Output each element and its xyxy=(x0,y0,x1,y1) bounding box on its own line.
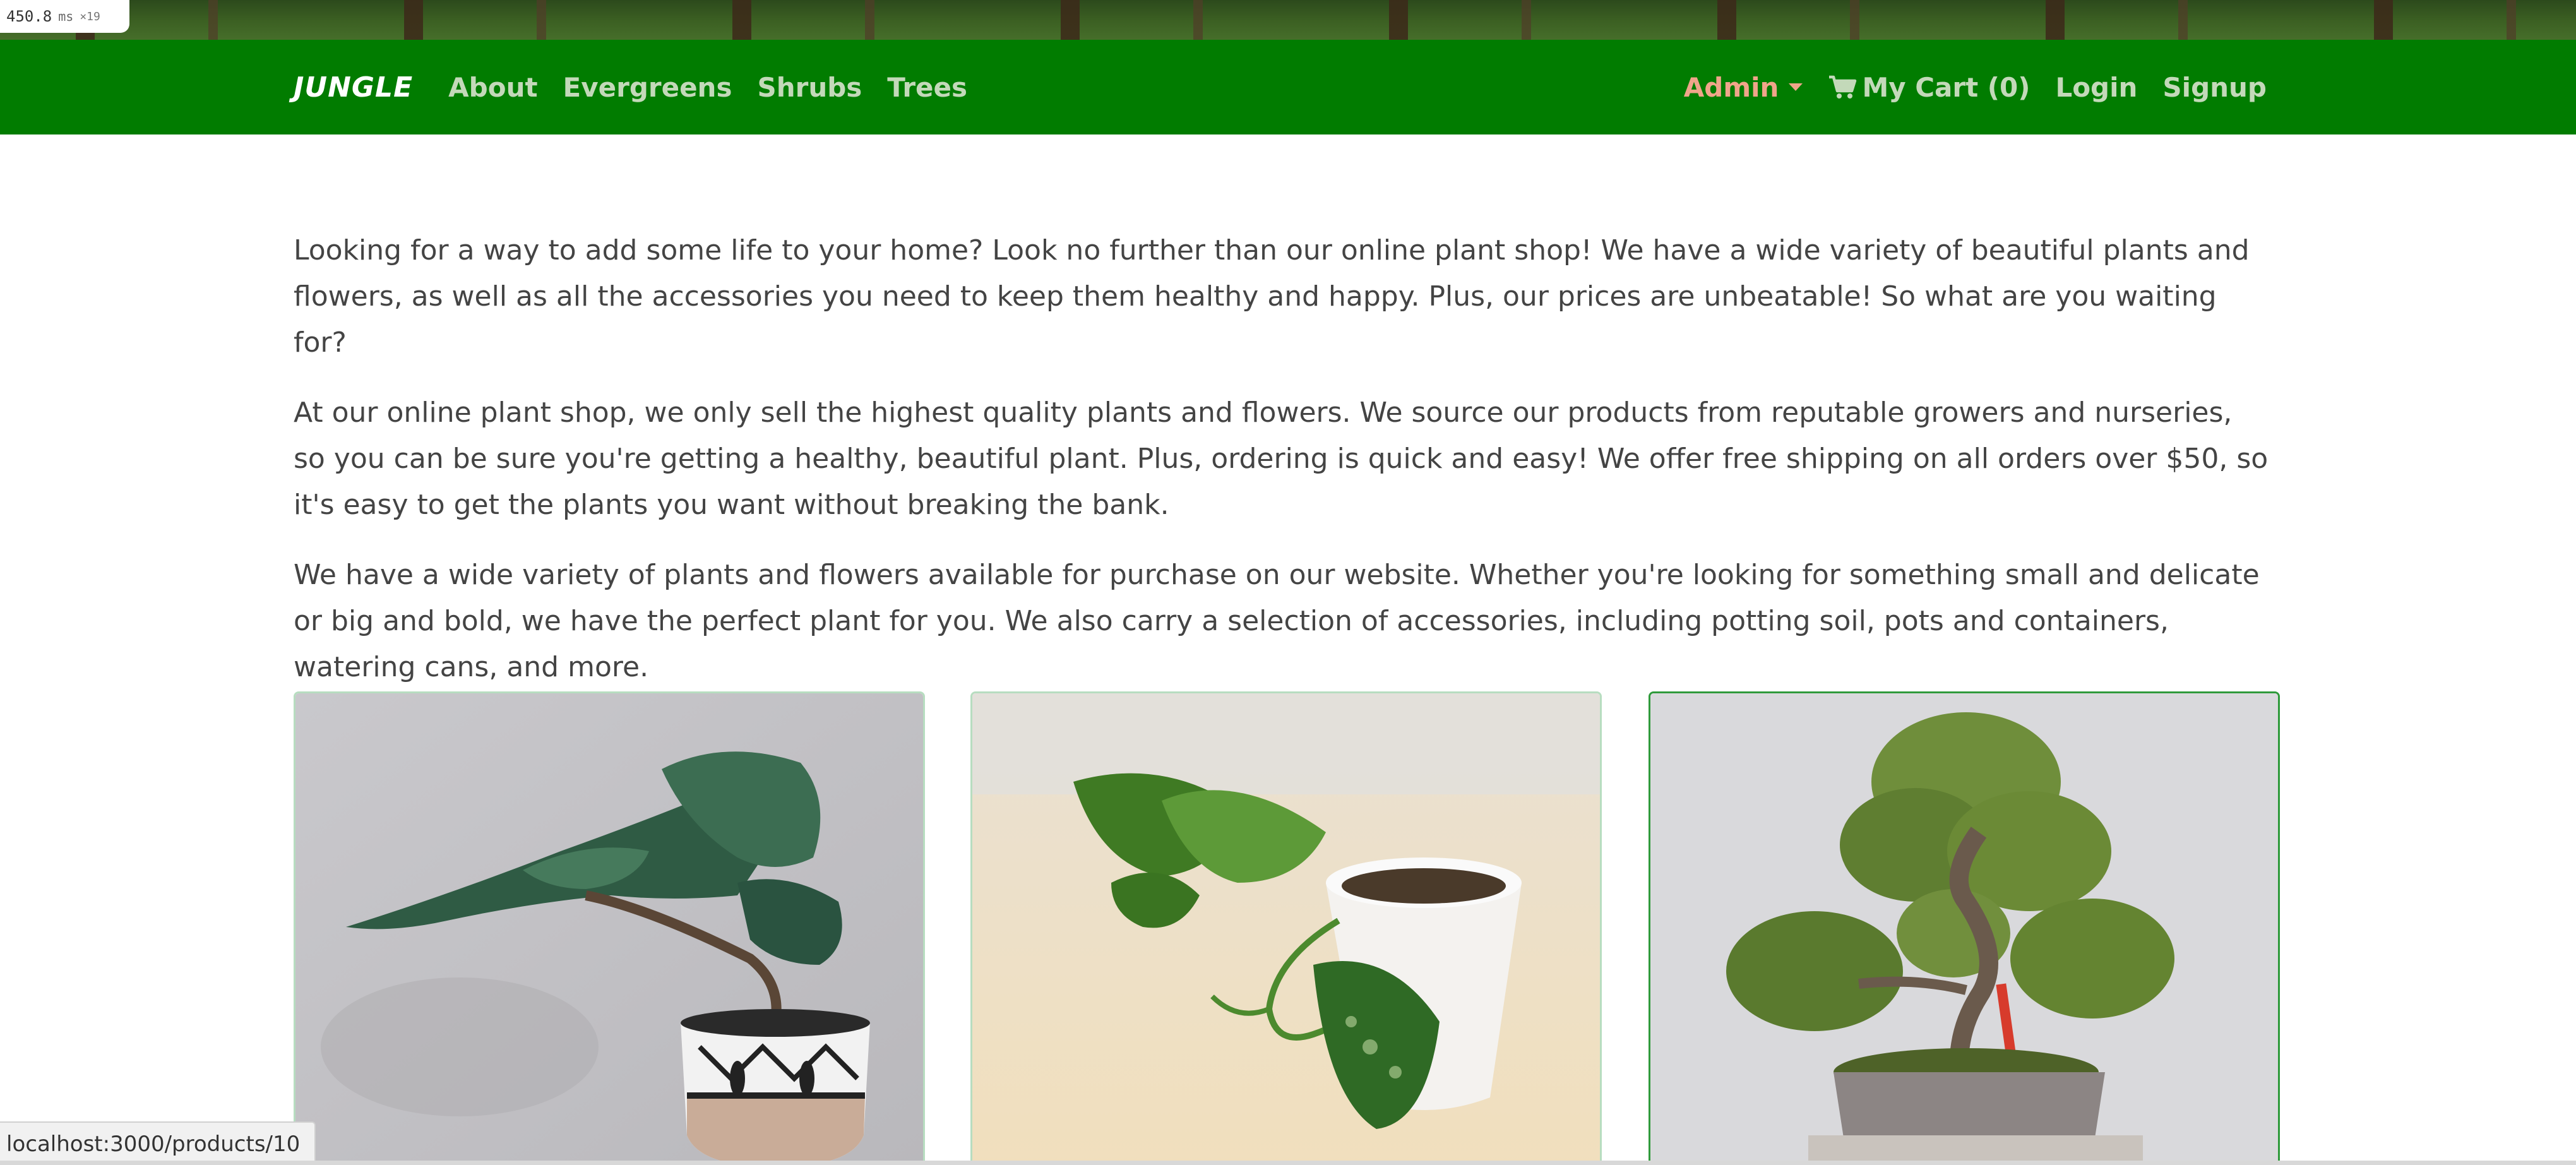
perf-unit: ms xyxy=(58,9,74,24)
nav-link-trees[interactable]: Trees xyxy=(887,72,967,103)
nav-link-shrubs[interactable]: Shrubs xyxy=(757,72,862,103)
performance-badge[interactable]: 450.8 ms ×19 xyxy=(0,0,129,33)
shopping-cart-icon xyxy=(1829,75,1857,99)
cart-label: My Cart (0) xyxy=(1862,71,2030,103)
product-card[interactable] xyxy=(1649,691,2280,1165)
intro-section: Looking for a way to add some life to yo… xyxy=(294,227,2270,714)
window-bottom-border xyxy=(0,1161,2576,1165)
brand-logo[interactable]: JUNGLE xyxy=(294,71,413,104)
product-image-juniper-bonsai[interactable] xyxy=(295,693,925,1165)
admin-label: Admin xyxy=(1683,71,1779,103)
intro-paragraph-2: At our online plant shop, we only sell t… xyxy=(294,397,2269,521)
login-link[interactable]: Login xyxy=(2055,72,2137,103)
perf-count: ×19 xyxy=(80,9,100,23)
admin-dropdown[interactable]: Admin xyxy=(1684,72,1803,103)
product-image-pothos[interactable] xyxy=(972,693,1602,1165)
nav-link-evergreens[interactable]: Evergreens xyxy=(563,72,732,103)
signup-link[interactable]: Signup xyxy=(2162,72,2267,103)
nav-link-about[interactable]: About xyxy=(448,72,537,103)
cart-link[interactable]: My Cart (0) xyxy=(1828,72,2030,103)
status-url: localhost:3000/products/10 xyxy=(6,1131,301,1157)
caret-down-icon xyxy=(1789,83,1803,91)
product-card[interactable] xyxy=(970,691,1602,1165)
product-grid xyxy=(294,691,2282,1165)
browser-status-bar: localhost:3000/products/10 xyxy=(0,1121,316,1165)
product-image-bonsai-tree[interactable] xyxy=(1650,693,2280,1165)
intro-paragraph-3: We have a wide variety of plants and flo… xyxy=(294,559,2260,683)
perf-value: 450.8 xyxy=(6,8,52,25)
navbar: JUNGLE About Evergreens Shrubs Trees Adm… xyxy=(0,40,2576,134)
forest-banner xyxy=(0,0,2576,40)
product-card[interactable] xyxy=(294,691,925,1165)
intro-paragraph-1: Looking for a way to add some life to yo… xyxy=(294,234,2250,359)
